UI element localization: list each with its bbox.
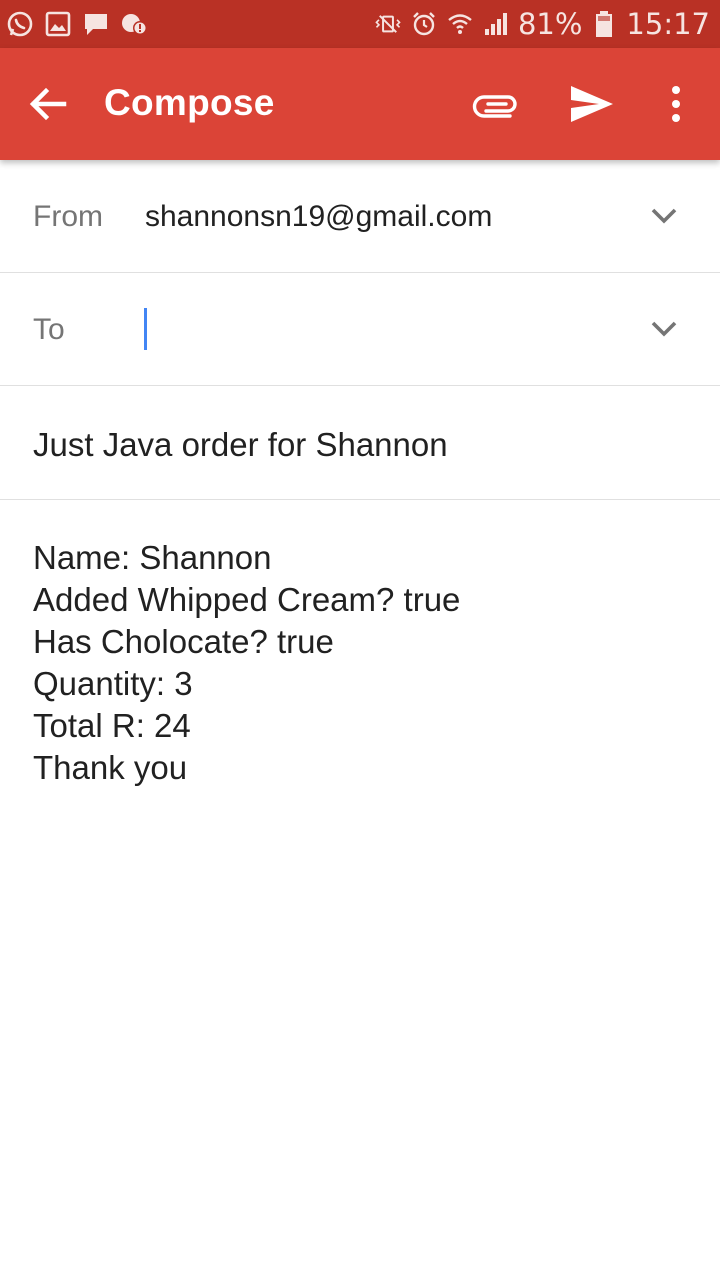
signal-icon [482, 10, 510, 38]
message-body[interactable]: Name: Shannon Added Whipped Cream? true … [33, 537, 693, 789]
to-label: To [33, 313, 65, 346]
vibrate-icon [374, 10, 402, 38]
battery-icon [590, 10, 618, 38]
screen-title: Compose [104, 82, 275, 123]
status-bar: 81% 15:17 [0, 0, 720, 48]
app-bar: Compose [0, 48, 720, 160]
chevron-down-icon[interactable] [644, 196, 684, 236]
more-options-button[interactable] [648, 76, 704, 132]
to-row[interactable]: To [0, 273, 720, 386]
text-cursor [144, 308, 147, 350]
body-line: Added Whipped Cream? true [33, 581, 461, 618]
subject-input[interactable]: Just Java order for Shannon [33, 426, 448, 464]
attach-icon [472, 95, 517, 118]
wifi-icon [446, 10, 474, 38]
whatsapp-icon [6, 10, 34, 38]
from-label: From [33, 200, 103, 233]
body-line: Name: Shannon [33, 539, 272, 576]
arrow-back-icon [29, 87, 67, 121]
clock-time: 15:17 [626, 7, 710, 41]
back-button[interactable] [22, 78, 74, 130]
send-icon [571, 86, 613, 122]
body-line: Total R: 24 [33, 707, 191, 744]
body-line: Has Cholocate? true [33, 623, 334, 660]
chat-alert-icon [120, 10, 148, 38]
system-icons: 81% 15:17 [374, 6, 710, 42]
send-button[interactable] [564, 76, 620, 132]
gallery-icon [44, 10, 72, 38]
from-row: From shannonsn19@gmail.com [0, 160, 720, 273]
alarm-icon [410, 10, 438, 38]
body-line: Thank you [33, 749, 188, 786]
body-line: Quantity: 3 [33, 665, 193, 702]
chevron-down-icon[interactable] [644, 309, 684, 349]
notification-icons [6, 8, 148, 40]
from-account[interactable]: shannonsn19@gmail.com [145, 200, 492, 234]
battery-percent: 81% [517, 7, 583, 41]
message-icon [82, 10, 110, 38]
more-vert-icon [672, 86, 680, 122]
subject-row[interactable]: Just Java order for Shannon [0, 386, 720, 500]
attach-button[interactable] [468, 76, 524, 132]
